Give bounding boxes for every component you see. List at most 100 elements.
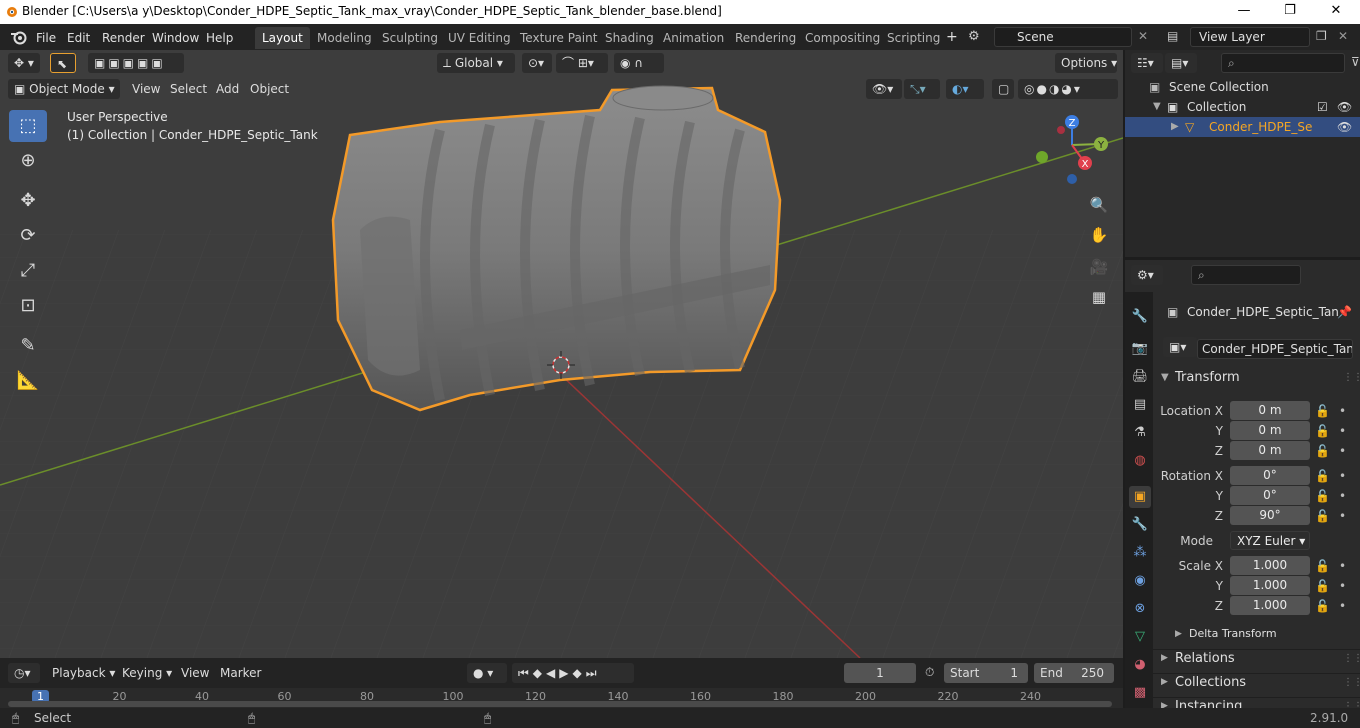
checkbox-icon[interactable]: ☑ [1317,97,1328,117]
collapse-arrow-icon[interactable]: ▶ [1171,117,1179,137]
menu-render[interactable]: Render [102,29,145,47]
xray-toggle[interactable]: ▢ [992,79,1014,99]
keyframe-dot-icon[interactable]: • [1339,506,1346,526]
transform-panel-title[interactable]: Transform [1175,370,1240,385]
lock-icon[interactable]: 🔓 [1315,466,1330,486]
menu-select[interactable]: Select [164,79,213,99]
properties-search[interactable]: ⌕ [1191,265,1301,285]
auto-keying-toggle[interactable]: ● ▾ [467,663,507,683]
material-tab-icon[interactable]: ◕ [1129,654,1151,676]
tab-modeling[interactable]: Modeling [310,27,379,49]
ortho-grid-icon[interactable]: ▦ [1086,284,1112,310]
visibility-menu[interactable]: 👁▾ [866,79,902,99]
outliner-scene-collection[interactable]: ▣ Scene Collection [1125,77,1360,97]
pin-icon[interactable]: 📌 [1337,305,1352,319]
view-layer-selector[interactable]: View Layer [1190,27,1310,47]
eye-icon[interactable]: 👁 [1337,97,1352,117]
keyframe-dot-icon[interactable]: • [1339,596,1346,616]
add-workspace-icon[interactable]: + [946,28,958,46]
playback-controls[interactable]: ⏮◆◀▶◆⏭ [512,663,634,683]
zoom-icon[interactable]: 🔍 [1086,192,1112,218]
menu-edit[interactable]: Edit [67,29,90,47]
lock-icon[interactable]: 🔓 [1315,506,1330,526]
camera-view-icon[interactable]: 🎥 [1086,254,1112,280]
options-menu[interactable]: Options ▾ [1055,53,1117,73]
overlay-toggle[interactable]: ◐▾ [946,79,984,99]
septic-tank-model[interactable] [331,85,782,412]
data-tab-icon[interactable]: ▽ [1129,626,1151,648]
render-tab-icon[interactable]: 📷 [1129,338,1151,360]
tab-texture-paint[interactable]: Texture Paint [513,27,604,49]
keyframe-dot-icon[interactable]: • [1339,486,1346,506]
scene-selector[interactable]: Scene [994,27,1132,47]
minimize-button[interactable]: — [1221,0,1267,24]
menu-file[interactable]: File [36,29,56,47]
tab-compositing[interactable]: Compositing [798,27,887,49]
keyframe-dot-icon[interactable]: • [1339,401,1346,421]
transform-tool[interactable]: ⊡ [9,290,47,322]
keyframe-dot-icon[interactable]: • [1339,441,1346,461]
lock-icon[interactable]: 🔓 [1315,486,1330,506]
object-tab-icon[interactable]: ▣ [1129,486,1151,508]
output-tab-icon[interactable]: 🖨 [1129,366,1151,388]
outliner-collection[interactable]: ▼ ▣ Collection ☑ 👁 [1125,97,1360,117]
texture-tab-icon[interactable]: ▩ [1129,682,1151,704]
transform-orientation-menu[interactable]: ⟂ Global ▾ [437,53,515,73]
new-view-layer-icon[interactable]: ❐ [1316,29,1327,43]
rotation-x-field[interactable]: 0° [1230,466,1310,485]
tab-shading[interactable]: Shading [598,27,661,49]
modifier-tab-icon[interactable]: 🔧 [1129,514,1151,536]
scale-z-field[interactable]: 1.000 [1230,596,1310,615]
collections-panel[interactable]: Collections [1175,675,1246,690]
eye-icon[interactable]: 👁 [1337,117,1352,137]
gizmo-toggle[interactable]: ⤡▾ [904,79,940,99]
mode-selector[interactable]: ▣ Object Mode ▾ [8,79,120,99]
keyframe-dot-icon[interactable]: • [1339,421,1346,441]
maximize-button[interactable]: ❐ [1267,0,1313,24]
keyframe-dot-icon[interactable]: • [1339,576,1346,596]
timer-icon[interactable]: ⏱ [925,665,934,680]
rotation-z-field[interactable]: 90° [1230,506,1310,525]
snap-menu[interactable]: ⌒ ⊞▾ [556,53,608,73]
scene-tab-icon[interactable]: ⚗ [1129,422,1151,444]
blender-menu-icon[interactable] [10,29,27,45]
panel-drag-handle[interactable]: ⋮⋮ [1343,677,1360,688]
object-name-field[interactable]: Conder_HDPE_Septic_Tank [1197,339,1353,359]
annotate-tool[interactable]: ✎ [9,330,47,362]
lock-icon[interactable]: 🔓 [1315,401,1330,421]
delta-transform-panel[interactable]: Delta Transform [1189,627,1277,640]
outliner-editor-type[interactable]: ☷▾ [1131,53,1163,73]
lock-icon[interactable]: 🔓 [1315,556,1330,576]
keyframe-dot-icon[interactable]: • [1339,466,1346,486]
cursor-tool[interactable]: ⊕ [9,145,47,177]
panel-drag-handle[interactable]: ⋮⋮ [1343,372,1360,383]
relations-panel[interactable]: Relations [1175,651,1235,666]
outliner-object-row[interactable]: ▶ ▽ Conder_HDPE_Septic 👁 [1125,117,1360,137]
editor-type-menu[interactable]: ✥ ▾ [8,53,40,73]
panel-drag-handle[interactable]: ⋮⋮ [1343,653,1360,664]
scale-x-field[interactable]: 1.000 [1230,556,1310,575]
tab-sculpting[interactable]: Sculpting [375,27,445,49]
move-tool[interactable]: ✥ [9,185,47,217]
timeline-editor-type[interactable]: ◷▾ [8,663,40,683]
outliner-search[interactable]: ⌕ [1221,53,1345,73]
delta-expand-icon[interactable]: ▶ [1175,629,1182,639]
view-layer-icon[interactable]: ▤ [1167,29,1178,43]
menu-keying[interactable]: Keying ▾ [116,663,178,683]
rotate-tool[interactable]: ⟳ [9,220,47,252]
menu-marker[interactable]: Marker [214,663,267,683]
3d-viewport[interactable]: Z Y X ✥ ▾ ⬉ ▣▣▣▣▣ ⟂ Global ▾ ⊙▾ ⌒ ⊞▾ ◉ ∩… [0,50,1123,658]
menu-add[interactable]: Add [210,79,245,99]
menu-timeline-view[interactable]: View [175,663,215,683]
selection-mode-group[interactable]: ▣▣▣▣▣ [88,53,184,73]
scene-icon[interactable]: ⚙ [968,29,980,44]
timeline-scrollbar[interactable] [8,701,1112,707]
current-frame-field[interactable]: 1 [844,663,916,683]
lock-icon[interactable]: 🔓 [1315,441,1330,461]
shading-mode-group[interactable]: ◎●◑◕▾ [1018,79,1118,99]
tab-uv-editing[interactable]: UV Editing [441,27,518,49]
collections-expand-icon[interactable]: ▶ [1161,677,1168,687]
select-mode-button[interactable]: ⬉ [50,53,76,73]
constraints-tab-icon[interactable]: ⊗ [1129,598,1151,620]
tool-tab-icon[interactable]: 🔧 [1129,306,1151,328]
